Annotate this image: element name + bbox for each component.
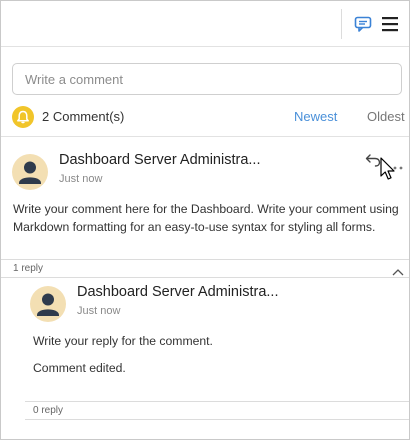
comments-summary-row: 2 Comment(s) Newest Oldest [1,104,409,132]
hamburger-icon[interactable] [380,14,400,34]
divider [1,277,409,278]
divider [1,136,409,137]
chevron-up-icon[interactable] [392,263,404,276]
reply-body-line: Write your reply for the comment. [33,334,213,348]
reply-edited-note: Comment edited. [33,361,126,375]
mouse-cursor-icon [380,157,396,181]
comment-body: Write your comment here for the Dashboar… [13,202,399,234]
bell-icon [12,106,34,128]
reply-count-toggle[interactable]: 0 reply [33,405,63,416]
reply-count-toggle[interactable]: 1 reply [13,263,43,274]
comments-panel: 2 Comment(s) Newest Oldest Dashboard Ser… [0,0,410,440]
avatar [12,154,48,190]
top-bar [1,1,409,47]
reply-time: Just now [77,305,121,317]
reply-icon[interactable] [365,153,381,167]
sort-newest-link[interactable]: Newest [294,109,337,124]
reply-author: Dashboard Server Administra... [77,284,279,300]
toolbar-separator [341,9,342,39]
sort-oldest-link[interactable]: Oldest [367,109,405,124]
avatar [30,286,66,322]
comment-count: 2 Comment(s) [42,109,125,124]
comment-input[interactable] [12,63,402,95]
divider [25,419,409,420]
divider [1,259,409,260]
comment-author: Dashboard Server Administra... [59,152,261,168]
divider [25,401,409,402]
comment-time: Just now [59,173,103,185]
comment-icon[interactable] [353,14,373,34]
